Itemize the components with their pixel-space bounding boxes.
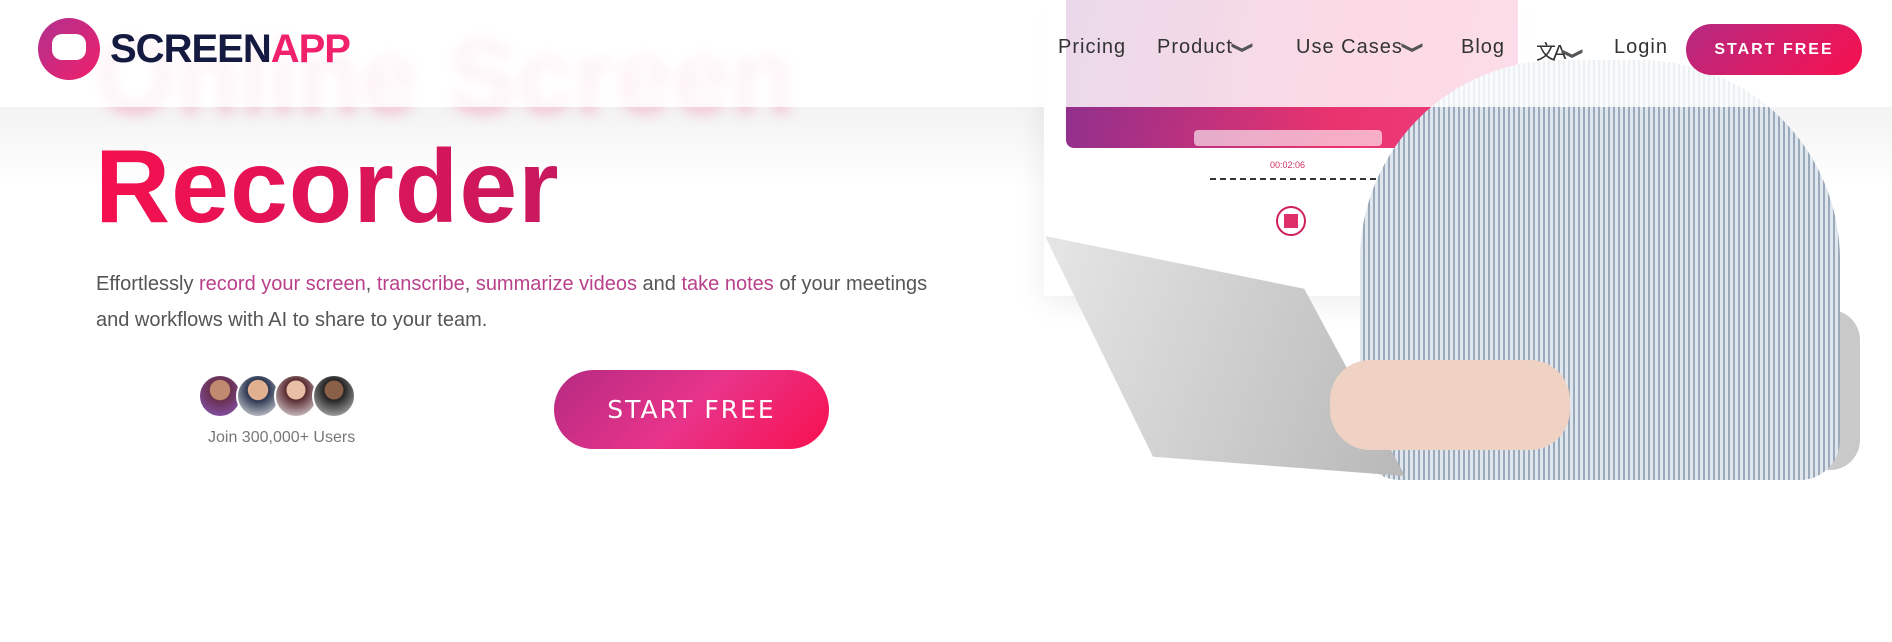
link-summarize-videos[interactable]: summarize videos <box>476 273 637 295</box>
text: , <box>464 273 476 295</box>
avatar <box>312 374 356 418</box>
start-free-header-button[interactable]: START FREE <box>1686 24 1862 75</box>
nav-label: Use Cases <box>1296 36 1403 58</box>
start-free-hero-button[interactable]: START FREE <box>554 370 829 449</box>
nav-pricing[interactable]: Pricing <box>1058 36 1126 59</box>
nav-product[interactable]: Product❯ <box>1157 36 1254 59</box>
text: , <box>365 273 377 295</box>
logo-text-b: APP <box>270 26 351 71</box>
nav-use-cases[interactable]: Use Cases❯ <box>1296 36 1423 59</box>
hero-description: Effortlessly record your screen, transcr… <box>96 266 936 338</box>
language-selector[interactable]: 文A❯ <box>1536 36 1584 65</box>
join-users-text: Join 300,000+ Users <box>208 429 356 446</box>
logo-icon <box>38 18 100 80</box>
link-take-notes[interactable]: take notes <box>681 273 773 295</box>
user-avatars <box>198 374 356 418</box>
dock <box>1194 130 1382 146</box>
text: and <box>636 273 682 295</box>
stop-icon <box>1276 206 1306 236</box>
nav-login[interactable]: Login <box>1614 36 1668 59</box>
hero-title: Recorder <box>95 129 560 245</box>
chevron-down-icon: ❯ <box>1231 40 1254 56</box>
logo-text-a: SCREEN <box>110 26 272 71</box>
recording-timer: 00:02:06 <box>1270 160 1306 170</box>
hands <box>1330 360 1570 450</box>
link-record-screen[interactable]: record your screen <box>199 273 366 295</box>
header: SCREENAPP Pricing Product❯ Use Cases❯ Bl… <box>0 0 1892 107</box>
text: Effortlessly <box>96 273 199 295</box>
nav-label: Product <box>1157 36 1233 58</box>
link-transcribe[interactable]: transcribe <box>377 273 465 295</box>
logo-text: SCREENAPP <box>110 26 351 72</box>
chevron-down-icon: ❯ <box>1401 40 1424 56</box>
logo[interactable]: SCREENAPP <box>38 18 351 80</box>
waveform <box>1210 178 1376 180</box>
chevron-down-icon: ❯ <box>1561 46 1584 62</box>
nav-blog[interactable]: Blog <box>1461 36 1505 59</box>
